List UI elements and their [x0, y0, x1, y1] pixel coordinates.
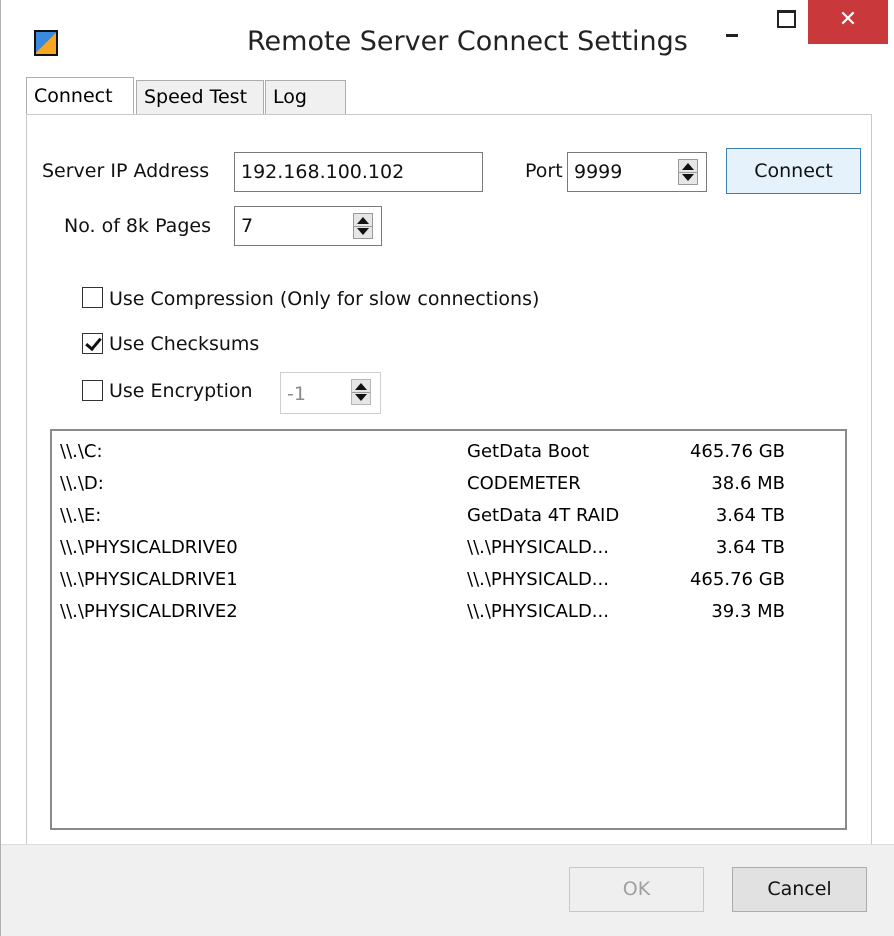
drive-path: \\.\PHYSICALDRIVE1	[60, 569, 238, 590]
list-item[interactable]: \\.\E: GetData 4T RAID 3.64 TB	[52, 505, 845, 537]
drive-size: 3.64 TB	[715, 537, 785, 558]
dialog-window: Remote Server Connect Settings ✕ Connect…	[0, 0, 894, 936]
drive-path: \\.\D:	[60, 473, 104, 494]
title-bar[interactable]: Remote Server Connect Settings ✕	[1, 0, 894, 80]
list-item[interactable]: \\.\PHYSICALDRIVE0 \\.\PHYSICALD... 3.64…	[52, 537, 845, 569]
port-value: 9999	[574, 161, 623, 183]
use-checksums-label[interactable]: Use Checksums	[109, 333, 259, 355]
button-footer: OK Cancel	[1, 844, 894, 936]
encryption-value: -1	[287, 383, 306, 405]
encryption-spinner	[351, 379, 371, 405]
pages-spinner[interactable]	[353, 213, 373, 239]
drive-path: \\.\PHYSICALDRIVE2	[60, 601, 238, 622]
use-encryption-checkbox[interactable]	[82, 380, 103, 401]
ok-button[interactable]: OK	[569, 867, 704, 912]
pages-value: 7	[241, 215, 254, 237]
drive-size: 465.76 GB	[689, 441, 785, 462]
window-title: Remote Server Connect Settings	[247, 26, 688, 57]
drive-path: \\.\E:	[60, 505, 102, 526]
minimize-button[interactable]	[709, 0, 753, 44]
server-ip-label: Server IP Address	[42, 160, 210, 182]
close-icon: ✕	[838, 7, 858, 32]
use-compression-checkbox[interactable]	[82, 287, 103, 308]
use-checksums-checkbox[interactable]	[82, 333, 103, 354]
close-button[interactable]: ✕	[808, 0, 888, 44]
drive-name: GetData Boot	[467, 441, 590, 462]
drive-path: \\.\PHYSICALDRIVE0	[60, 537, 238, 558]
drive-name: \\.\PHYSICALD...	[467, 569, 609, 590]
tab-speed-test[interactable]: Speed Test	[136, 80, 264, 114]
app-icon	[34, 30, 58, 56]
connect-button[interactable]: Connect	[726, 148, 861, 194]
drive-path: \\.\C:	[60, 441, 103, 462]
list-item[interactable]: \\.\PHYSICALDRIVE2 \\.\PHYSICALD... 39.3…	[52, 601, 845, 633]
drive-size: 465.76 GB	[689, 569, 785, 590]
server-ip-input[interactable]: 192.168.100.102	[234, 152, 483, 192]
cancel-button[interactable]: Cancel	[732, 867, 867, 912]
drive-list[interactable]: \\.\C: GetData Boot 465.76 GB \\.\D: COD…	[50, 429, 847, 830]
list-item[interactable]: \\.\PHYSICALDRIVE1 \\.\PHYSICALD... 465.…	[52, 569, 845, 601]
maximize-button[interactable]	[761, 0, 805, 44]
drive-name: \\.\PHYSICALD...	[467, 537, 609, 558]
drive-size: 38.6 MB	[711, 473, 785, 494]
drive-name: GetData 4T RAID	[467, 505, 620, 526]
port-label: Port	[525, 160, 563, 182]
pages-label: No. of 8k Pages	[64, 215, 211, 237]
use-encryption-label[interactable]: Use Encryption	[109, 380, 253, 402]
drive-size: 3.64 TB	[715, 505, 785, 526]
list-item[interactable]: \\.\D: CODEMETER 38.6 MB	[52, 473, 845, 505]
use-compression-label[interactable]: Use Compression (Only for slow connectio…	[109, 288, 539, 310]
drive-name: \\.\PHYSICALD...	[467, 601, 609, 622]
list-item[interactable]: \\.\C: GetData Boot 465.76 GB	[52, 441, 845, 473]
drive-size: 39.3 MB	[711, 601, 785, 622]
tab-log[interactable]: Log	[265, 80, 346, 114]
tab-connect[interactable]: Connect	[26, 77, 134, 114]
port-spinner[interactable]	[678, 159, 698, 185]
drive-name: CODEMETER	[467, 473, 581, 494]
